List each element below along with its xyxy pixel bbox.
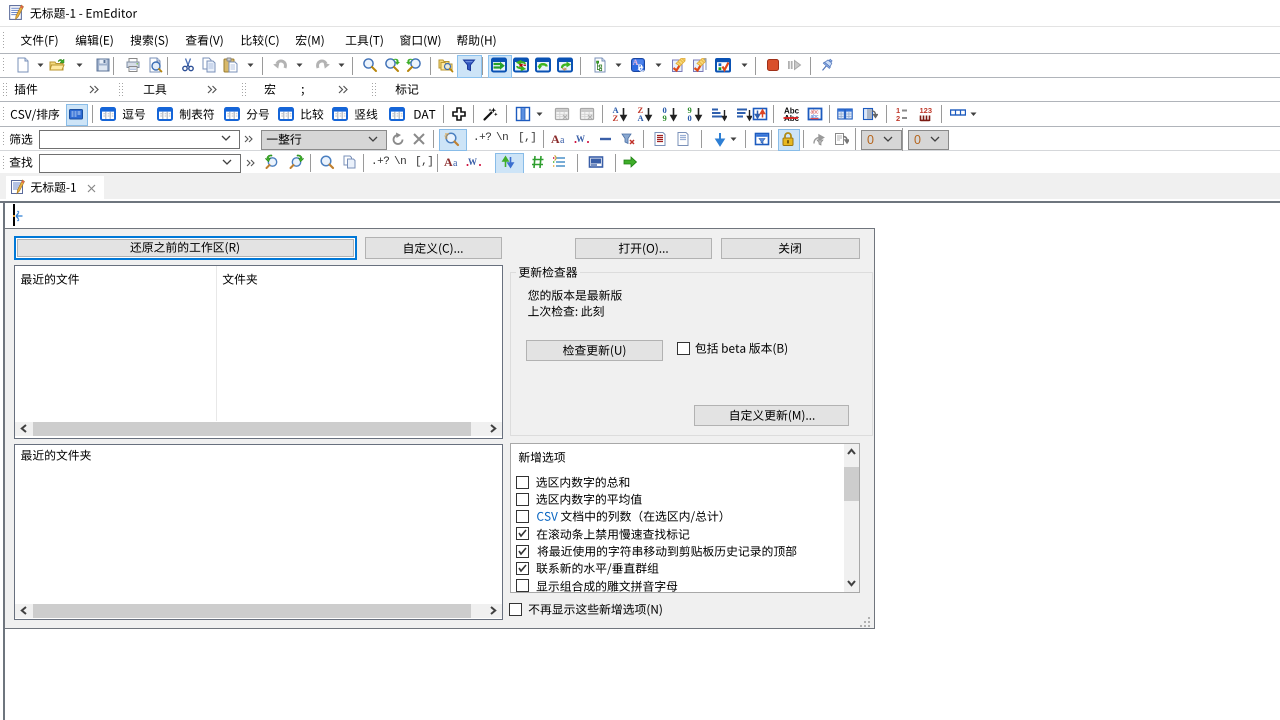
svg-text:2: 2 xyxy=(896,114,900,122)
svg-text:a: a xyxy=(453,158,458,169)
svg-text:A: A xyxy=(551,132,560,146)
svg-text:9: 9 xyxy=(663,113,667,122)
svg-text:a: a xyxy=(560,135,565,146)
svg-text:W: W xyxy=(468,157,477,167)
svg-text:A: A xyxy=(444,155,453,169)
svg-text:0: 0 xyxy=(688,113,692,122)
svg-text:A: A xyxy=(638,113,645,122)
svg-text:Z: Z xyxy=(613,113,619,122)
svg-text:123: 123 xyxy=(920,106,933,115)
svg-text:W: W xyxy=(576,134,585,144)
